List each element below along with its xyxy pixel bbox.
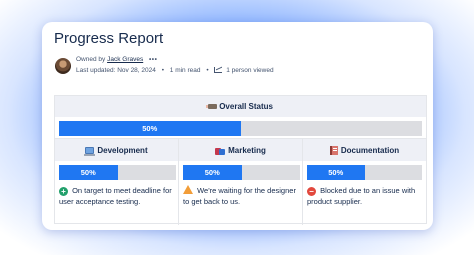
laptop-icon xyxy=(84,146,96,156)
more-actions-icon[interactable]: ••• xyxy=(149,56,157,63)
avatar[interactable] xyxy=(55,58,71,74)
overall-progress-bar: 50% xyxy=(59,121,422,136)
warning-icon xyxy=(183,185,193,194)
column-heading: Documentation xyxy=(340,145,400,155)
overall-progress-fill: 50% xyxy=(59,121,241,136)
overall-status-title: Overall Status xyxy=(219,102,274,111)
pencil-icon xyxy=(205,104,217,109)
development-progress-bar: 50% xyxy=(59,165,176,180)
blocked-icon: − xyxy=(307,187,316,196)
documentation-progress-fill: 50% xyxy=(307,165,365,180)
marketing-progress-fill: 50% xyxy=(183,165,242,180)
development-progress-fill: 50% xyxy=(59,165,118,180)
owner-line: Owned by Jack Graves ••• xyxy=(76,56,157,63)
owner-prefix: Owned by xyxy=(76,56,106,63)
page-meta: Last updated: Nov 28, 2024 • 1 min read … xyxy=(76,67,274,74)
development-note: + On target to meet deadline for user ac… xyxy=(59,186,172,206)
success-plus-icon: + xyxy=(59,187,68,196)
documentation-note: − Blocked due to an issue with product s… xyxy=(307,186,416,206)
read-time: 1 min read xyxy=(169,67,201,74)
viewer-count[interactable]: 1 person viewed xyxy=(226,67,273,74)
report-card: Progress Report Owned by Jack Graves •••… xyxy=(42,22,433,230)
page-title: Progress Report xyxy=(54,30,164,47)
column-development: Development 50% + On target to meet dead… xyxy=(55,139,179,225)
overall-status-header: Overall Status xyxy=(55,96,426,117)
marketing-progress-bar: 50% xyxy=(183,165,300,180)
column-heading: Marketing xyxy=(228,145,266,155)
book-icon xyxy=(329,145,338,155)
column-marketing: Marketing 50% We're waiting for the desi… xyxy=(179,139,303,225)
column-heading: Development xyxy=(97,145,148,155)
status-table: Overall Status 50% Development 50% + On … xyxy=(54,95,427,225)
owner-link[interactable]: Jack Graves xyxy=(107,56,143,63)
documentation-progress-bar: 50% xyxy=(307,165,422,180)
marketing-note: We're waiting for the designer to get ba… xyxy=(183,185,296,206)
shopping-bags-icon xyxy=(215,146,226,155)
last-updated: Last updated: Nov 28, 2024 xyxy=(76,67,156,74)
analytics-icon xyxy=(214,67,223,73)
column-documentation: Documentation 50% − Blocked due to an is… xyxy=(303,139,426,225)
